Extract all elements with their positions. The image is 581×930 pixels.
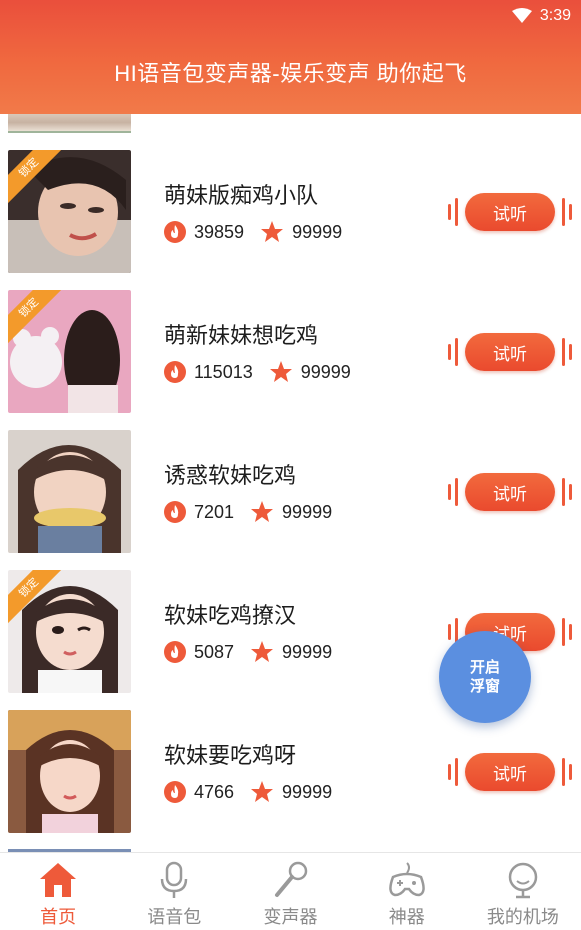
listen-button[interactable]: 试听 — [465, 473, 555, 511]
tab-label: 变声器 — [263, 907, 318, 927]
tab-tools[interactable]: 神器 — [349, 853, 465, 930]
tab-home[interactable]: 首页 — [0, 853, 116, 930]
sound-wave-icon — [562, 198, 572, 226]
play-count: 39859 — [194, 221, 245, 242]
voice-title: 软妹吃鸡撩汉 — [164, 603, 297, 628]
listen-button[interactable]: 试听 — [465, 193, 555, 231]
listen-button[interactable]: 试听 — [465, 753, 555, 791]
tab-label: 语音包 — [147, 907, 202, 927]
sound-wave-icon — [448, 338, 458, 366]
fire-icon — [164, 221, 186, 243]
page-title: HI语音包变声器-娱乐变声 助你起飞 — [114, 61, 467, 86]
tab-label: 我的机场 — [486, 907, 559, 927]
voice-title: 萌新妹妹想吃鸡 — [164, 323, 319, 348]
listen-control: 试听 — [446, 192, 576, 232]
listen-control: 试听 — [446, 472, 576, 512]
sound-wave-icon — [448, 198, 458, 226]
float-button-line1: 开启 — [469, 658, 500, 676]
gamepad-icon — [388, 862, 425, 897]
voice-stats: 5087 99999 — [164, 640, 332, 664]
fire-icon — [164, 501, 186, 523]
play-count: 7201 — [194, 501, 235, 522]
tab-voice-pack[interactable]: 语音包 — [116, 853, 232, 930]
karaoke-mic-icon — [274, 861, 307, 897]
list-item[interactable]: 锁定 萌新妹妹想吃鸡 115013 99999 试听 — [0, 254, 581, 413]
play-count: 5087 — [194, 641, 235, 662]
list-item[interactable]: 诱惑软妹吃鸡 7201 99999 试听 — [0, 394, 581, 553]
profile-icon — [508, 862, 538, 899]
voice-stats: 7201 99999 — [164, 500, 332, 524]
star-icon — [251, 501, 274, 522]
open-float-window-button[interactable]: 开启 浮窗 — [439, 631, 531, 723]
tab-my-airport[interactable]: 我的机场 — [465, 853, 581, 930]
microphone-icon — [161, 861, 188, 898]
sound-wave-icon — [448, 758, 458, 786]
float-button-line2: 浮窗 — [469, 677, 500, 695]
voice-thumbnail — [8, 710, 131, 833]
sound-wave-icon — [562, 338, 572, 366]
play-count: 115013 — [194, 361, 253, 382]
listen-button[interactable]: 试听 — [465, 333, 555, 371]
fire-icon — [164, 781, 186, 803]
voice-stats: 4766 99999 — [164, 780, 332, 804]
sound-wave-icon — [562, 478, 572, 506]
sound-wave-icon — [562, 758, 572, 786]
app-header: 3:39 HI语音包变声器-娱乐变声 助你起飞 — [0, 0, 581, 114]
like-count: 99999 — [282, 641, 333, 662]
wifi-icon — [511, 8, 532, 23]
star-icon — [251, 641, 274, 662]
voice-stats: 39859 99999 — [164, 220, 342, 244]
fire-icon — [164, 641, 186, 663]
tab-label: 首页 — [40, 907, 77, 927]
play-count: 4766 — [194, 781, 235, 802]
like-count: 99999 — [292, 221, 343, 242]
sound-wave-icon — [562, 618, 572, 646]
listen-control: 试听 — [446, 752, 576, 792]
like-count: 99999 — [282, 781, 333, 802]
listen-control: 试听 — [446, 332, 576, 372]
voice-title: 诱惑软妹吃鸡 — [164, 463, 297, 488]
status-bar: 3:39 — [511, 6, 571, 26]
star-icon — [261, 221, 284, 242]
voice-pack-list[interactable]: 锁定 萌妹版痴鸡小队 39859 99999 试听 锁定 萌新妹妹想吃鸡 115… — [0, 114, 581, 852]
star-icon — [269, 361, 292, 382]
voice-stats: 115013 99999 — [164, 360, 351, 384]
status-time: 3:39 — [539, 7, 571, 24]
star-icon — [251, 781, 274, 802]
list-item[interactable]: 锁定 萌妹版痴鸡小队 39859 99999 试听 — [0, 114, 581, 273]
like-count: 99999 — [300, 361, 351, 382]
home-icon — [40, 863, 77, 897]
sound-wave-icon — [448, 478, 458, 506]
tab-label: 神器 — [388, 907, 425, 927]
bottom-tab-bar: 首页 语音包 变声器 神器 我的机场 — [0, 852, 581, 930]
voice-title: 萌妹版痴鸡小队 — [164, 183, 319, 208]
tab-voice-changer[interactable]: 变声器 — [232, 853, 348, 930]
voice-title: 软妹要吃鸡呀 — [164, 743, 297, 768]
fire-icon — [164, 361, 186, 383]
like-count: 99999 — [282, 501, 333, 522]
